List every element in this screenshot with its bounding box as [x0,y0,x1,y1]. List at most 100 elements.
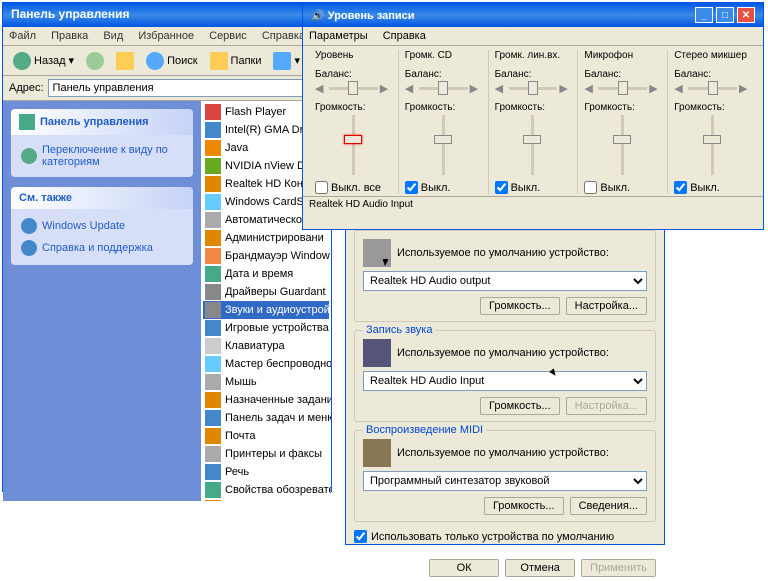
item-label: Мышь [225,376,257,388]
item-label: Драйверы Guardant [225,286,326,298]
up-button[interactable] [112,50,138,72]
cp-list-item[interactable]: Администрировани [203,229,329,247]
item-label: Мастер беспроводной сети [225,358,331,370]
cp-list-item[interactable]: Принтеры и факсы [203,445,329,463]
item-icon [205,302,221,318]
cp-list-item[interactable]: Игровые устройства [203,319,329,337]
close-button[interactable]: ✕ [737,7,755,23]
speaker-right-icon: ▶ [739,82,751,94]
sound-properties-dialog: Используемое по умолчанию устройство: Re… [345,225,665,545]
cancel-button[interactable]: Отмена [505,559,575,577]
volume-slider[interactable] [315,115,392,175]
cp-list-item[interactable]: Дата и время [203,265,329,283]
channel-name: Громк. лин.вх. [495,50,572,63]
balance-slider[interactable]: ◀ ▶ [674,82,751,94]
volume-label: Громкость: [315,102,392,113]
addr-input[interactable] [48,79,325,97]
midi-group-label: Воспроизведение MIDI [363,424,486,436]
mute-checkbox[interactable] [584,181,597,194]
cp-list-item[interactable]: Брандмауэр Window [203,247,329,265]
search-button[interactable]: Поиск [142,50,201,72]
balance-slider[interactable]: ◀ ▶ [405,82,482,94]
speaker-left-icon: ◀ [584,82,596,94]
back-button[interactable]: Назад ▾ [9,50,78,72]
menu-edit[interactable]: Правка [51,30,88,42]
item-icon [205,212,221,228]
midi-info-button[interactable]: Сведения... [570,497,647,515]
cp-menubar: Файл Правка Вид Избранное Сервис Справка [3,27,331,46]
midi-volume-button[interactable]: Громкость... [484,497,564,515]
menu-file[interactable]: Файл [9,30,36,42]
minimize-button[interactable]: _ [695,7,713,23]
balance-label: Баланс: [495,69,572,80]
cp-list-item[interactable]: Панель задач и меню "Пуск" [203,409,329,427]
cp-panel-title[interactable]: Панель управления [11,109,193,135]
speaker-right-icon: ▶ [470,82,482,94]
seealso-title[interactable]: См. также [11,187,193,209]
item-icon [205,176,221,192]
mute-checkbox[interactable] [315,181,328,194]
menu-tools[interactable]: Сервис [209,30,247,42]
midi-default-label: Используемое по умолчанию устройство: [397,447,647,459]
item-label: Java [225,142,248,154]
rec-menu-help[interactable]: Справка [383,30,426,42]
rec-settings-button: Настройка... [566,397,647,415]
menu-fav[interactable]: Избранное [138,30,194,42]
ok-button[interactable]: ОК [429,559,499,577]
mute-checkbox[interactable] [405,181,418,194]
switch-view-link[interactable]: Переключение к виду по категориям [21,141,183,171]
cp-titlebar[interactable]: Панель управления [3,3,331,27]
cp-list-item[interactable]: Клавиатура [203,337,329,355]
balance-slider[interactable]: ◀ ▶ [315,82,392,94]
item-label: Flash Player [225,106,286,118]
rec-device-select[interactable]: Realtek HD Audio Input [363,371,647,391]
volume-slider[interactable] [405,115,482,175]
item-label: Назначенные задания [225,394,331,406]
volume-slider[interactable] [584,115,661,175]
cp-panel-seealso: См. также Windows Update Справка и подде… [11,187,193,265]
volume-slider[interactable] [674,115,751,175]
maximize-button[interactable]: □ [716,7,734,23]
default-only-checkbox[interactable] [354,530,367,543]
cp-list-item[interactable]: Свойства обозревателя [203,481,329,499]
help-link[interactable]: Справка и поддержка [21,237,183,259]
balance-slider[interactable]: ◀ ▶ [584,82,661,94]
cp-list-item[interactable]: Драйверы Guardant [203,283,329,301]
menu-view[interactable]: Вид [103,30,123,42]
rec-menu-options[interactable]: Параметры [309,30,368,42]
cp-list-item[interactable]: Речь [203,463,329,481]
cp-list-item[interactable]: Мышь [203,373,329,391]
cp-list-item[interactable]: Мастер беспроводной сети [203,355,329,373]
channel-name: Уровень [315,50,392,63]
cp-list-item[interactable]: Звуки и аудиоустройства [203,301,329,319]
mute-checkbox[interactable] [674,181,687,194]
fwd-button[interactable] [82,50,108,72]
cp-list-item[interactable]: Назначенные задания [203,391,329,409]
mixer-channel: Громк. CD Баланс: ◀ ▶ Громкость: Выкл. [399,50,489,194]
cp-list-item[interactable]: Свойства папки [203,499,329,501]
midi-device-select[interactable]: Программный синтезатор звуковой [363,471,647,491]
item-label: Брандмауэр Window [225,250,330,262]
channel-name: Стерео микшер [674,50,751,63]
switch-icon [21,148,37,164]
cp-sidebar: Панель управления Переключение к виду по… [3,101,201,501]
mic-icon [363,339,391,367]
menu-help[interactable]: Справка [262,30,305,42]
play-device-select[interactable]: Realtek HD Audio output [363,271,647,291]
cp-list-item[interactable]: Почта [203,427,329,445]
item-icon [205,284,221,300]
volume-slider[interactable] [495,115,572,175]
item-label: Свойства обозревателя [225,484,331,496]
balance-slider[interactable]: ◀ ▶ [495,82,572,94]
winupdate-link[interactable]: Windows Update [21,215,183,237]
mute-checkbox[interactable] [495,181,508,194]
midi-icon [363,439,391,467]
mute-label: Выкл. [690,182,720,194]
views-button[interactable]: ▾ [269,50,304,72]
folders-button[interactable]: Папки [206,50,266,72]
play-volume-button[interactable]: Громкость... [480,297,560,315]
mixer-channel: Стерео микшер Баланс: ◀ ▶ Громкость: Вык… [668,50,757,194]
play-settings-button[interactable]: Настройка... [566,297,647,315]
rec-titlebar[interactable]: 🔊 Уровень записи _ □ ✕ [303,3,763,27]
rec-volume-button[interactable]: Громкость... [480,397,560,415]
